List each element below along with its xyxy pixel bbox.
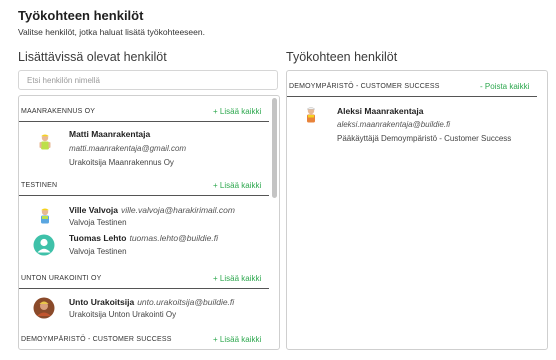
person-name: Aleksi Maanrakentaja [337, 106, 424, 116]
group-name: DEMOYMPÄRISTÖ - CUSTOMER SUCCESS [21, 336, 172, 343]
person-role: Urakoitsija Unton Urakointi Oy [69, 310, 177, 319]
person-role: Valvoja Testinen [69, 218, 127, 227]
group-name: MAANRAKENNUS OY [21, 108, 96, 115]
page-subtitle: Valitse henkilöt, jotka haluat lisätä ty… [18, 27, 205, 37]
site-people-list: DEMOYMPÄRISTÖ - CUSTOMER SUCCESS - Poist… [286, 70, 548, 350]
person-name: Ville Valvoja ville.valvoja@harakirimail.… [69, 205, 235, 215]
page-title: Työkohteen henkilöt [18, 8, 144, 23]
site-people-title: Työkohteen henkilöt [286, 50, 398, 64]
person-row[interactable]: Unto Urakoitsija unto.urakoitsija@buildie… [19, 294, 269, 324]
available-people-title: Lisättävissä olevat henkilöt [18, 50, 167, 64]
avatar-photo-icon [33, 297, 55, 319]
person-role: Valvoja Testinen [69, 247, 127, 256]
person-email: unto.urakoitsija@buildie.fi [137, 297, 235, 307]
group-header-unton: UNTON URAKOINTI OY + Lisää kaikki [19, 271, 269, 289]
person-name: Unto Urakoitsija unto.urakoitsija@buildie… [69, 297, 235, 307]
scrollbar[interactable] [272, 98, 277, 198]
person-role: Urakoitsija Maanrakennus Oy [69, 158, 174, 167]
person-email: ville.valvoja@harakirimail.com [121, 205, 235, 215]
person-role: Pääkäyttäjä Demoympäristö - Customer Suc… [337, 134, 512, 143]
avatar-worker-icon [306, 107, 316, 123]
avatar-user-icon [33, 234, 55, 256]
group-name: UNTON URAKOINTI OY [21, 275, 102, 282]
person-email: tuomas.lehto@buildie.fi [129, 233, 218, 243]
group-header-demoymparisto: DEMOYMPÄRISTÖ - CUSTOMER SUCCESS - Poist… [287, 79, 537, 97]
group-header-testinen: TESTINEN + Lisää kaikki [19, 178, 269, 196]
avatar-worker-icon [41, 208, 49, 224]
add-all-button[interactable]: + Lisää kaikki [213, 335, 261, 344]
available-people-list[interactable]: MAANRAKENNUS OY + Lisää kaikki Matti Maa… [18, 95, 280, 350]
person-email: matti.maanrakentaja@gmail.com [69, 144, 187, 153]
person-row[interactable]: Aleksi Maanrakentaja aleksi.maanrakentaj… [287, 101, 537, 146]
group-header-maanrakennus: MAANRAKENNUS OY + Lisää kaikki [19, 104, 269, 122]
person-row[interactable]: Ville Valvoja ville.valvoja@harakirimail.… [19, 200, 269, 230]
person-row[interactable]: Matti Maanrakentaja matti.maanrakentaja@… [19, 126, 269, 171]
add-all-button[interactable]: + Lisää kaikki [213, 274, 261, 283]
remove-all-button[interactable]: - Poista kaikki [480, 82, 529, 91]
person-email: aleksi.maanrakentaja@buildie.fi [337, 120, 451, 129]
person-name: Matti Maanrakentaja [69, 129, 151, 139]
add-all-button[interactable]: + Lisää kaikki [213, 107, 261, 116]
search-input[interactable] [18, 70, 278, 90]
add-all-button[interactable]: + Lisää kaikki [213, 181, 261, 190]
group-name: TESTINEN [21, 182, 58, 189]
person-row[interactable]: Tuomas Lehto tuomas.lehto@buildie.fi Valv… [19, 230, 269, 262]
avatar-worker-icon [39, 134, 51, 150]
group-header-demoymparisto: DEMOYMPÄRISTÖ - CUSTOMER SUCCESS + Lisää… [19, 332, 269, 349]
group-name: DEMOYMPÄRISTÖ - CUSTOMER SUCCESS [289, 83, 440, 90]
person-name: Tuomas Lehto tuomas.lehto@buildie.fi [69, 233, 218, 243]
